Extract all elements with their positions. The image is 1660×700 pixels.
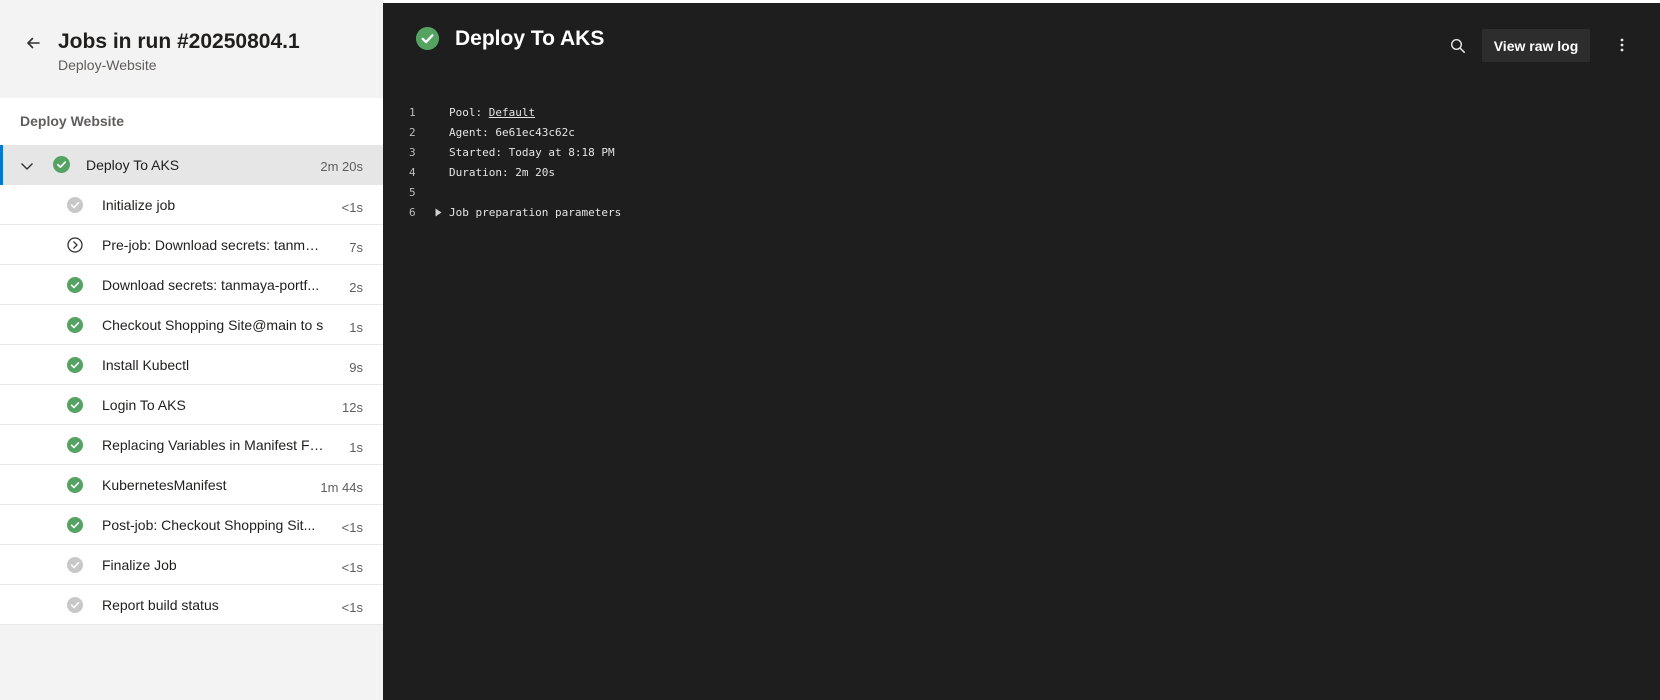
step-row[interactable]: Install Kubectl 9s [0, 345, 383, 385]
check-circle-icon [67, 317, 83, 338]
check-circle-icon [67, 437, 83, 458]
search-icon [1450, 38, 1465, 53]
step-row[interactable]: Initialize job <1s [0, 185, 383, 225]
log-line: 6 Job preparation parameters [383, 203, 1660, 223]
line-number: 2 [409, 126, 416, 139]
skipped-circle-icon [67, 197, 83, 218]
log-line: 1 Pool: Default [383, 103, 1660, 123]
step-row[interactable]: Finalize Job <1s [0, 545, 383, 585]
view-raw-log-button[interactable]: View raw log [1482, 29, 1590, 62]
log-panel: Deploy To AKS View raw log 1 Pool: Defaul… [383, 3, 1660, 700]
step-duration: <1s [341, 560, 363, 575]
line-number: 6 [409, 206, 416, 219]
jobs-panel: Jobs in run #20250804.1 Deploy-Website D… [0, 0, 383, 700]
step-name: Download secrets: tanmaya-portf... [102, 277, 320, 293]
step-duration: 1s [349, 320, 363, 335]
step-name: KubernetesManifest [102, 477, 227, 493]
step-name: Checkout Shopping Site@main to s [102, 317, 324, 333]
step-row[interactable]: KubernetesManifest 1m 44s [0, 465, 383, 505]
step-duration: <1s [341, 200, 363, 215]
pipeline-name: Deploy-Website [58, 57, 157, 73]
step-duration: 9s [349, 360, 363, 375]
triangle-right-icon[interactable] [435, 207, 443, 217]
step-duration: 2s [349, 280, 363, 295]
line-number: 4 [409, 166, 416, 179]
step-duration: 1s [349, 440, 363, 455]
log-section-toggle[interactable]: Job preparation parameters [449, 206, 621, 219]
job-list: Deploy Website Deploy To AKS 2m 20s Init… [0, 98, 383, 625]
job-name: Deploy To AKS [86, 157, 180, 173]
step-row[interactable]: Login To AKS 12s [0, 385, 383, 425]
check-circle-icon [67, 397, 83, 418]
step-name: Replacing Variables in Manifest Fil... [102, 437, 324, 453]
step-list: Initialize job <1s Pre-job: Download secre… [0, 185, 383, 625]
step-row[interactable]: Download secrets: tanmaya-portf... 2s [0, 265, 383, 305]
step-row[interactable]: Replacing Variables in Manifest Fil... 1s [0, 425, 383, 465]
log-line: 4 Duration: 2m 20s [383, 163, 1660, 183]
step-name: Initialize job [102, 197, 176, 213]
log-text: Agent: 6e61ec43c62c [449, 126, 575, 139]
step-name: Report build status [102, 597, 219, 613]
job-duration: 2m 20s [320, 159, 363, 174]
more-vertical-icon [1620, 38, 1624, 52]
check-circle-icon [67, 357, 83, 378]
step-duration: <1s [341, 520, 363, 535]
pool-link[interactable]: Default [489, 106, 535, 119]
log-text: Pool: Default [449, 106, 535, 119]
step-name: Finalize Job [102, 557, 177, 573]
log-title: Deploy To AKS [455, 27, 605, 50]
line-number: 3 [409, 146, 416, 159]
page-title: Jobs in run #20250804.1 [58, 30, 300, 53]
check-circle-icon [416, 27, 439, 50]
search-button[interactable] [1445, 33, 1471, 59]
step-name: Post-job: Checkout Shopping Sit... [102, 517, 316, 533]
step-duration: 1m 44s [320, 480, 363, 495]
log-line: 2 Agent: 6e61ec43c62c [383, 123, 1660, 143]
stage-title: Deploy Website [20, 113, 124, 129]
check-circle-icon [67, 517, 83, 538]
line-number: 1 [409, 106, 416, 119]
step-name: Pre-job: Download secrets: tanma... [102, 237, 324, 253]
log-text: Duration: 2m 20s [449, 166, 555, 179]
arrow-left-icon [27, 37, 40, 49]
more-options-button[interactable] [1610, 33, 1634, 57]
step-row[interactable]: Report build status <1s [0, 585, 383, 625]
step-duration: <1s [341, 600, 363, 615]
check-circle-icon [53, 156, 70, 178]
skipped-circle-icon [67, 557, 83, 578]
log-text: Started: Today at 8:18 PM [449, 146, 615, 159]
log-output: 1 Pool: Default 2 Agent: 6e61ec43c62c 3 Start… [383, 103, 1660, 223]
log-label: Pool: [449, 106, 489, 119]
back-button[interactable] [20, 30, 46, 56]
chevron-right-circle-icon [67, 237, 83, 258]
line-number: 5 [409, 186, 416, 199]
check-circle-icon [67, 477, 83, 498]
step-duration: 12s [342, 400, 363, 415]
log-line: 5 [383, 183, 1660, 203]
step-name: Login To AKS [102, 397, 186, 413]
log-line: 3 Started: Today at 8:18 PM [383, 143, 1660, 163]
step-row[interactable]: Pre-job: Download secrets: tanma... 7s [0, 225, 383, 265]
job-row-deploy-to-aks[interactable]: Deploy To AKS 2m 20s [0, 145, 383, 185]
jobs-header: Jobs in run #20250804.1 Deploy-Website [0, 0, 383, 98]
step-row[interactable]: Post-job: Checkout Shopping Sit... <1s [0, 505, 383, 545]
step-row[interactable]: Checkout Shopping Site@main to s 1s [0, 305, 383, 345]
chevron-down-icon[interactable] [19, 158, 35, 174]
check-circle-icon [67, 277, 83, 298]
step-duration: 7s [349, 240, 363, 255]
step-name: Install Kubectl [102, 357, 190, 373]
skipped-circle-icon [67, 597, 83, 618]
